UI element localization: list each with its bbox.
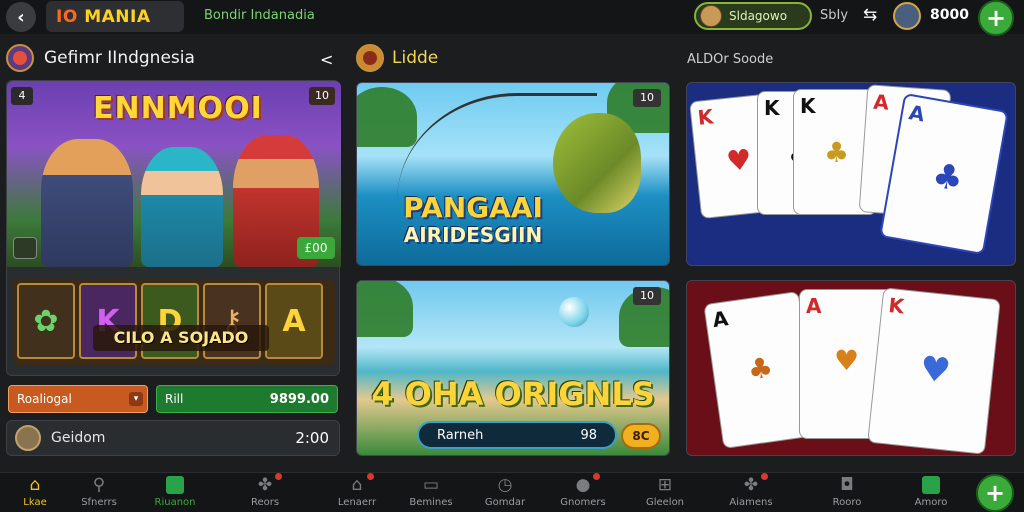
chevron-left-icon: ‹	[17, 6, 25, 28]
puzzle-icon: ✤	[254, 473, 282, 495]
balance-value: 8000	[930, 7, 969, 23]
left-section-header: Gefimr IIndgnesia	[6, 42, 195, 74]
search-field[interactable]: Rarneh 98	[417, 421, 617, 449]
featured-game-title: ENNMOOI	[93, 91, 263, 126]
bet-amount-value: 9899.00	[269, 391, 329, 407]
chevron-down-icon: ▾	[129, 392, 143, 406]
fishing-game-title: PANGAAI	[403, 191, 543, 224]
price-badge[interactable]: £00	[297, 237, 335, 259]
character-illustration	[141, 147, 223, 267]
playing-card: K ♥	[867, 287, 1001, 455]
user-avatar-icon	[700, 5, 722, 27]
house-icon: ⌂	[346, 473, 374, 495]
featured-game-panel[interactable]: ENNMOOI 4 10 £00 ✿ K D ⚷ A CILO A SOJADO	[6, 80, 341, 376]
clock-icon: ◷	[497, 475, 513, 495]
shop-icon	[164, 475, 186, 495]
nav-grid[interactable]: ⊞ Gleelon	[630, 475, 700, 512]
bet-select-label: Roaliogal	[17, 392, 72, 406]
search-value: 98	[580, 427, 597, 443]
bet-amount-label: Rill	[165, 392, 184, 406]
slot-symbols-row: ✿ K D ⚷ A CILO A SOJADO	[13, 279, 335, 365]
middle-section-title: Lidde	[392, 48, 439, 68]
nav-bag[interactable]: ◘ Rooro	[812, 475, 882, 512]
grid-icon: ⊞	[657, 475, 673, 495]
middle-section-header: Lidde	[356, 42, 438, 74]
timer-label: Geidom	[51, 430, 106, 446]
right-section-title: ALDOr Soode	[687, 52, 774, 67]
plus-icon: +	[984, 479, 1006, 507]
nav-search[interactable]: ⚲ Sfnerrs	[64, 475, 134, 512]
coin-avatar-icon[interactable]	[893, 2, 921, 30]
slot-symbol-a: A	[265, 283, 323, 359]
bag-icon: ◘	[840, 475, 854, 495]
section-badge-icon	[356, 44, 384, 72]
search-label: Rarneh	[437, 427, 484, 443]
nav-shop[interactable]: Riuanon	[140, 475, 210, 512]
chat-icon: ●	[572, 473, 600, 495]
character-illustration	[41, 139, 133, 267]
user-pill[interactable]: Sldagowo	[694, 2, 812, 30]
logo-prefix: IO	[56, 6, 78, 27]
bet-row: Roaliogal ▾ Rill 9899.00	[8, 385, 338, 413]
bubble-illustration	[559, 297, 589, 327]
logo-text: MANIA	[84, 6, 151, 27]
fishing-game-card[interactable]: 10 PANGAAI AIRIDESGIIN	[356, 82, 670, 266]
nav-gift[interactable]: ✤ Aiamens	[716, 473, 786, 512]
header-subtitle: Bondir Indanadia	[204, 8, 315, 23]
bet-amount-field[interactable]: Rill 9899.00	[156, 385, 338, 413]
top-bar: ‹ IO MANIA Bondir Indanadia Sldagowo SbI…	[0, 0, 1024, 36]
screen-icon: ▭	[422, 475, 440, 495]
nav-puzzle[interactable]: ✤ Reors	[230, 473, 300, 512]
beach-game-title: 4 OHA ORIGNLS	[371, 375, 655, 413]
badge-left: 4	[11, 87, 33, 105]
nav-house[interactable]: ⌂ Lenaerr	[322, 473, 392, 512]
user-name: Sldagowo	[729, 9, 788, 23]
share-icon[interactable]: <	[320, 50, 333, 69]
badge-right: 10	[309, 87, 335, 105]
bottom-navigation: ⌂ Lkae ⚲ Sfnerrs Riuanon ✤ Reors ⌂ Lenae…	[0, 472, 1024, 512]
palm-tree	[357, 87, 417, 147]
featured-game-banner[interactable]: ENNMOOI 4 10 £00	[7, 81, 341, 267]
timer-row[interactable]: Geidom 2:00	[6, 420, 340, 456]
timer-value: 2:00	[295, 429, 329, 447]
left-section-title: Gefimr IIndgnesia	[44, 48, 195, 68]
app-logo[interactable]: IO MANIA	[46, 1, 184, 32]
gift-icon: ✤	[740, 473, 768, 495]
nav-screen[interactable]: ▭ Bemines	[396, 475, 466, 512]
coin-button[interactable]: 8C	[621, 423, 661, 449]
palm-tree	[357, 281, 413, 337]
section-badge-icon	[6, 44, 34, 72]
back-button[interactable]: ‹	[6, 2, 36, 32]
store-icon	[920, 475, 942, 495]
home-icon: ⌂	[29, 475, 41, 495]
bet-select[interactable]: Roaliogal ▾	[8, 385, 148, 413]
blue-card-game[interactable]: K ♥ K ♣ K ♣ A ♥ A ♣	[686, 82, 1016, 266]
slot-symbol-fruit: ✿	[17, 283, 75, 359]
card-badge: 10	[633, 89, 661, 107]
nav-clock[interactable]: ◷ Gomdar	[470, 475, 540, 512]
plus-icon: +	[985, 4, 1007, 32]
timer-icon	[15, 425, 41, 451]
nav-chat[interactable]: ● Gnomers	[548, 473, 618, 512]
search-icon: ⚲	[92, 475, 106, 495]
beach-game-card[interactable]: 10 4 OHA ORIGNLS Rarneh 98 8C	[356, 280, 670, 456]
fishing-game-subtitle: AIRIDESGIIN	[403, 223, 543, 247]
add-bottom-button[interactable]: +	[976, 474, 1014, 512]
red-card-game[interactable]: A ♣ A ♥ K ♥	[686, 280, 1016, 456]
add-button[interactable]: +	[978, 0, 1014, 36]
slot-banner: CILO A SOJADO	[93, 325, 269, 351]
nav-home[interactable]: ⌂ Lkae	[0, 475, 70, 512]
nav-store[interactable]: Amoro	[896, 475, 966, 512]
lock-icon[interactable]	[13, 237, 37, 259]
card-badge: 10	[633, 287, 661, 305]
swap-icon[interactable]: ⇆	[863, 5, 877, 25]
header-label: SbIy	[820, 8, 849, 23]
